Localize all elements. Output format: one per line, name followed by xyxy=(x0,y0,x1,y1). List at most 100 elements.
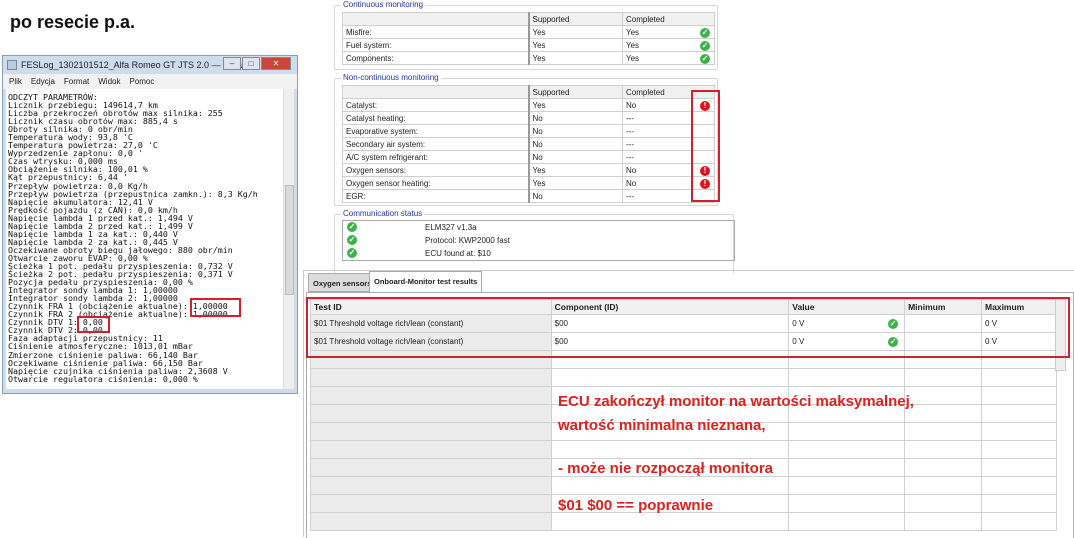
cell-text: Oxygen sensor heating: xyxy=(346,178,431,188)
menu-plik[interactable]: Plik xyxy=(9,74,22,89)
highlight-incomplete xyxy=(691,90,720,202)
cell-text: --- xyxy=(626,113,634,123)
empty-cell xyxy=(981,458,1057,477)
tab-oxygen-sensors[interactable]: Oxygen sensors xyxy=(308,273,377,292)
cell-text: Fuel system: xyxy=(346,40,392,50)
empty-cell xyxy=(310,458,552,477)
empty-row xyxy=(310,476,1057,495)
empty-cell xyxy=(788,512,906,531)
table-header: Supported Completed xyxy=(342,85,715,99)
table-row: Oxygen sensors: Yes No! xyxy=(342,163,715,177)
table-cell: No xyxy=(528,137,623,151)
empty-cell xyxy=(788,440,906,459)
check-icon: ✓ xyxy=(347,235,357,245)
cell-text: No xyxy=(626,100,637,110)
check-icon: ✓ xyxy=(700,41,710,51)
table-cell: Fuel system: xyxy=(342,38,530,52)
highlight-results xyxy=(306,297,1070,358)
table-cell: Secondary air system: xyxy=(342,137,530,151)
table-cell: Yes ✓ xyxy=(622,25,715,39)
status-text: ECU found at: $10 xyxy=(425,249,491,258)
cell-text: Yes xyxy=(626,53,640,63)
close-button[interactable]: ✕ xyxy=(261,57,291,70)
empty-row xyxy=(310,512,1057,531)
cell-text: No xyxy=(626,165,637,175)
column-header xyxy=(342,85,530,99)
table-cell: Yes xyxy=(528,176,623,190)
menu-pomoc[interactable]: Pomoc xyxy=(129,74,154,89)
cell-text: No xyxy=(532,113,543,123)
empty-cell xyxy=(788,368,906,387)
empty-cell xyxy=(904,368,983,387)
menu-edycja[interactable]: Edycja xyxy=(31,74,55,89)
notepad-text-area[interactable]: ODCZYT PARAMETRÓW: Licznik przebiegu: 149… xyxy=(6,89,283,389)
table-cell: EGR: xyxy=(342,189,530,203)
menu-format[interactable]: Format xyxy=(64,74,89,89)
notepad-icon xyxy=(7,60,17,70)
status-item: ✓ ELM327 v1.3a xyxy=(343,221,734,234)
table-row: EGR: No --- xyxy=(342,189,715,203)
cell-text: Yes xyxy=(626,27,640,37)
noncontinuous-table: Supported Completed Catalyst: Yes No! Catalys… xyxy=(342,85,715,203)
empty-cell xyxy=(904,512,983,531)
table-cell: Yes xyxy=(528,38,623,52)
empty-cell xyxy=(904,404,983,423)
table-cell: Components: xyxy=(342,51,530,65)
cell-text: Yes xyxy=(532,100,546,110)
empty-cell xyxy=(310,404,552,423)
empty-cell xyxy=(788,422,906,441)
communication-status-group: Communication status ✓ ELM327 v1.3a ✓ Proto… xyxy=(334,209,735,274)
scrollbar[interactable] xyxy=(283,89,294,389)
cell-text: --- xyxy=(626,126,634,136)
table-cell: Yes xyxy=(528,163,623,177)
cell-text: Catalyst heating: xyxy=(346,113,406,123)
empty-cell xyxy=(904,386,983,405)
table-row: Catalyst: Yes No! xyxy=(342,98,715,112)
empty-cell xyxy=(981,512,1057,531)
empty-cell xyxy=(904,494,983,513)
note-line: ECU zakończył monitor na wartości maksym… xyxy=(558,393,914,410)
cell-text: No xyxy=(532,139,543,149)
table-cell: Yes xyxy=(528,98,623,112)
cell-text: Yes xyxy=(532,165,546,175)
menu-widok[interactable]: Widok xyxy=(98,74,120,89)
table-cell: Yes ✓ xyxy=(622,51,715,65)
table-cell: Evaporative system: xyxy=(342,124,530,138)
cell-text: A/C system refrigerant: xyxy=(346,152,428,162)
cell-text: Yes xyxy=(626,40,640,50)
table-cell: No xyxy=(528,150,623,164)
notepad-window: FESLog_1302101512_Alfa Romeo GT JTS 2.0 … xyxy=(2,55,298,394)
check-icon: ✓ xyxy=(700,54,710,64)
maximize-button[interactable]: □ xyxy=(242,57,260,70)
empty-cell xyxy=(310,440,552,459)
menu-bar: Plik Edycja Format Widok Pomoc xyxy=(3,74,297,89)
empty-cell xyxy=(904,458,983,477)
table-cell: Misfire: xyxy=(342,25,530,39)
minimize-button[interactable]: – xyxy=(223,57,241,70)
empty-cell xyxy=(788,458,906,477)
empty-cell xyxy=(981,422,1057,441)
table-cell: Oxygen sensors: xyxy=(342,163,530,177)
empty-row xyxy=(310,440,1057,459)
cell-text: Yes xyxy=(532,178,546,188)
empty-cell xyxy=(981,386,1057,405)
empty-cell xyxy=(981,404,1057,423)
empty-cell xyxy=(904,440,983,459)
cell-text: No xyxy=(532,191,543,201)
tab-onboard-monitor[interactable]: Onboard-Monitor test results xyxy=(369,271,483,293)
empty-cell xyxy=(981,368,1057,387)
empty-cell xyxy=(550,368,790,387)
window-title: FESLog_1302101512_Alfa Romeo GT JTS 2.0 … xyxy=(21,60,256,70)
cell-text: Components: xyxy=(346,53,394,63)
empty-cell xyxy=(310,476,552,495)
table-cell: No xyxy=(528,111,623,125)
cell-text: EGR: xyxy=(346,191,366,201)
status-text: ELM327 v1.3a xyxy=(425,223,477,232)
note-line: wartość minimalna nieznana, xyxy=(558,417,766,434)
cell-text: --- xyxy=(626,139,634,149)
table-row: Fuel system: Yes Yes ✓ xyxy=(342,38,715,52)
table-cell: Yes xyxy=(528,25,623,39)
table-row: A/C system refrigerant: No --- xyxy=(342,150,715,164)
empty-cell xyxy=(310,494,552,513)
scrollbar-thumb[interactable] xyxy=(285,185,294,295)
